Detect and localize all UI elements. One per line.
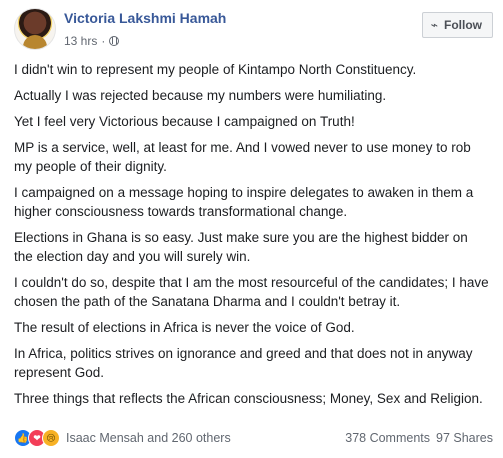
post-paragraph: Yet I feel very Victorious because I cam…	[14, 114, 355, 129]
post-meta: 13 hrs ·	[64, 34, 120, 48]
shares-count[interactable]: 97 Shares	[436, 431, 493, 445]
post-paragraph: Three things that reflects the African c…	[14, 391, 483, 406]
post-paragraph: I couldn't do so, despite that I am the …	[14, 275, 489, 309]
post-time[interactable]: 13 hrs	[64, 34, 97, 48]
follow-button[interactable]: ⌁ Follow	[421, 12, 493, 38]
reactors-text[interactable]: Isaac Mensah and 260 others	[66, 431, 231, 445]
post-paragraph: In Africa, politics strives on ignorance…	[14, 346, 473, 380]
sad-icon: 😢	[42, 429, 60, 447]
comments-count[interactable]: 378 Comments	[345, 431, 430, 445]
post-paragraph: MP is a service, well, at least for me. …	[14, 140, 471, 174]
post-paragraph: The result of elections in Africa is nev…	[14, 320, 355, 335]
author-name[interactable]: Victoria Lakshmi Hamah	[64, 10, 226, 26]
post-body: I didn't win to represent my people of K…	[14, 60, 489, 415]
reaction-icons[interactable]: 👍 ❤ 😢	[14, 429, 60, 447]
facebook-post: Victoria Lakshmi Hamah 13 hrs · ⌁ Follow…	[0, 0, 503, 458]
avatar[interactable]	[14, 8, 56, 50]
post-paragraph: I campaigned on a message hoping to insp…	[14, 185, 474, 219]
follow-label: Follow	[444, 18, 482, 32]
post-header: Victoria Lakshmi Hamah 13 hrs · ⌁ Follow	[14, 8, 493, 52]
post-footer: 👍 ❤ 😢 Isaac Mensah and 260 others 378 Co…	[14, 426, 493, 450]
engagement-counts: 378 Comments 97 Shares	[345, 431, 493, 445]
post-paragraph: Actually I was rejected because my numbe…	[14, 88, 387, 103]
globe-icon	[109, 36, 120, 46]
rss-icon: ⌁	[430, 18, 438, 32]
post-paragraph: I didn't win to represent my people of K…	[14, 62, 417, 77]
post-paragraph: Elections in Ghana is so easy. Just make…	[14, 230, 468, 264]
